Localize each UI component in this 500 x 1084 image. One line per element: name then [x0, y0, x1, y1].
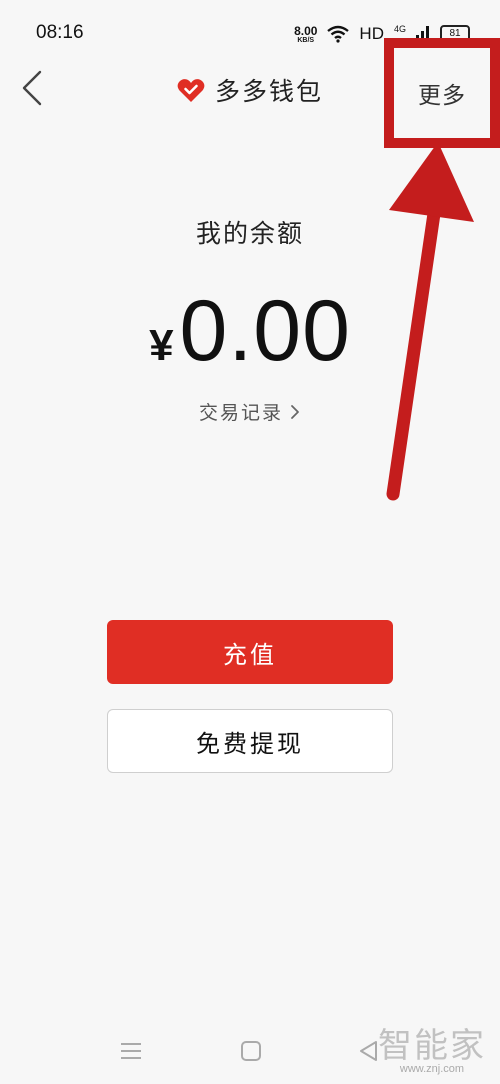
heart-check-icon [177, 79, 205, 102]
network-speed-value: 8.00 [294, 23, 318, 38]
balance-value: 0.00 [179, 283, 351, 379]
more-button-label: 更多 [418, 83, 466, 109]
menu-icon[interactable] [118, 1038, 144, 1064]
annotation-arrow [386, 142, 474, 501]
chevron-right-icon [291, 404, 299, 419]
watermark-text: 智能家 [378, 1026, 486, 1066]
header-bar: 多多钱包 更多 [0, 38, 500, 148]
recharge-button[interactable]: 充值 [107, 620, 393, 684]
more-button[interactable]: 更多 [384, 38, 500, 148]
currency-symbol: ¥ [149, 321, 174, 370]
transactions-link-label: 交易记录 [198, 402, 283, 424]
balance-label: 我的余额 [195, 219, 304, 248]
network-speed: 8.00 KB/S [294, 25, 317, 44]
watermark: 智能家 www.znj.com [378, 1018, 486, 1075]
transactions-link[interactable]: 交易记录 [0, 398, 500, 425]
status-time: 08:16 [36, 22, 84, 43]
hd-indicator: HD [359, 24, 384, 43]
network-speed-unit: KB/S [297, 36, 315, 44]
page-title: 多多钱包 [214, 77, 323, 106]
4g-indicator: 4G [393, 24, 406, 34]
wifi-icon [327, 25, 350, 43]
home-square-icon[interactable] [238, 1038, 264, 1064]
withdraw-button[interactable]: 免费提现 [107, 709, 393, 773]
balance-amount: ¥ 0.00 [0, 282, 500, 381]
